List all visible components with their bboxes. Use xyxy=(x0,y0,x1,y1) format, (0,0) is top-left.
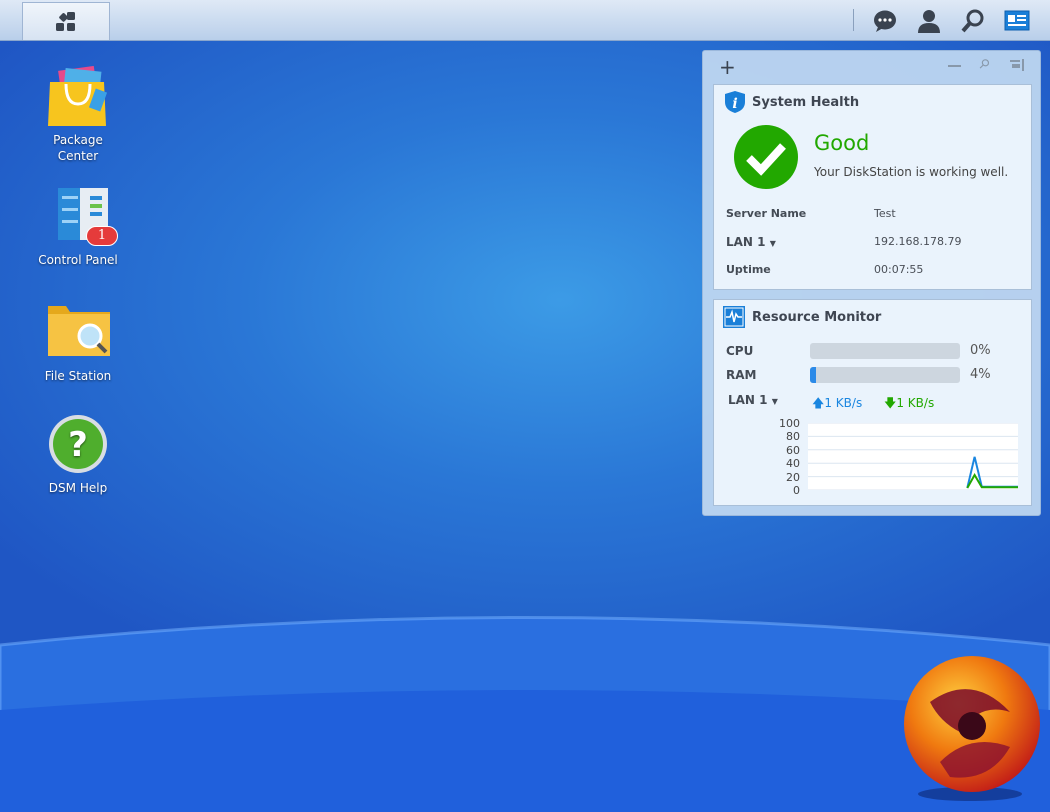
control-panel-icon: 1 xyxy=(46,186,118,250)
y-tick-label: 80 xyxy=(786,430,800,444)
download-speed: 🡇1 KB/s xyxy=(884,394,934,415)
caret-down-icon: ▼ xyxy=(769,239,776,248)
network-chart xyxy=(808,423,1018,490)
cpu-label: CPU xyxy=(726,344,754,358)
lan-label: LAN 1 xyxy=(728,393,768,407)
add-widget-button[interactable]: + xyxy=(719,55,736,79)
arrow-up-icon: 🡅 xyxy=(812,396,825,410)
desktop-icon-label: Control Panel xyxy=(38,253,118,267)
desktop-icon-label: File Station xyxy=(44,369,112,383)
y-tick-label: 40 xyxy=(786,457,800,471)
search-icon[interactable] xyxy=(960,8,986,34)
system-health-widget: i System Health Good Your DiskStation is… xyxy=(713,84,1032,290)
synology-logo xyxy=(900,652,1046,802)
cpu-usage-bar xyxy=(810,343,960,359)
ip-address-value: 192.168.178.79 xyxy=(874,235,962,248)
server-name-value: Test xyxy=(874,207,896,220)
upload-speed: 🡅1 KB/s xyxy=(812,394,862,415)
desktop-icon-label: Center xyxy=(57,149,99,163)
lan-select[interactable]: LAN 1 ▼ xyxy=(728,393,778,407)
widget-title: Resource Monitor xyxy=(752,310,882,325)
ram-label: RAM xyxy=(726,368,757,382)
health-status: Good xyxy=(814,131,870,155)
desktop-icon-dsm-help[interactable]: ? DSM Help xyxy=(33,414,123,496)
main-menu-button[interactable] xyxy=(22,2,110,40)
desktop-icon-file-station[interactable]: File Station xyxy=(33,302,123,384)
taskbar xyxy=(0,0,1050,41)
notifications-icon[interactable] xyxy=(872,8,898,34)
widget-title: System Health xyxy=(752,95,860,110)
resource-monitor-widget: Resource Monitor CPU 0% RAM 4% LAN 1 ▼ 🡅… xyxy=(713,299,1032,506)
wallpaper-wave xyxy=(0,616,1050,812)
caret-down-icon: ▼ xyxy=(771,397,778,406)
grid-icon xyxy=(56,11,75,31)
upload-series-line xyxy=(966,456,1018,489)
desktop-icon-label: DSM Help xyxy=(48,481,108,495)
health-message: Your DiskStation is working well. xyxy=(814,165,1009,179)
y-tick-label: 0 xyxy=(793,484,800,497)
y-tick-label: 20 xyxy=(786,470,800,484)
y-tick-label: 100 xyxy=(779,417,800,430)
svg-text:?: ? xyxy=(68,425,88,465)
download-speed-value: 1 KB/s xyxy=(896,396,935,410)
desktop-icon-package-center[interactable]: Package Center xyxy=(33,65,123,164)
arrow-down-icon: 🡇 xyxy=(884,396,897,410)
pulse-monitor-icon xyxy=(723,306,745,328)
collapse-panel-icon[interactable] xyxy=(1010,59,1024,71)
package-center-icon xyxy=(46,65,110,130)
desktop-icon-control-panel[interactable]: 1 Control Panel xyxy=(33,186,123,268)
cpu-percent: 0% xyxy=(970,343,991,358)
notification-badge: 1 xyxy=(86,226,118,246)
uptime-value: 00:07:55 xyxy=(874,263,924,276)
pin-icon[interactable]: ⚲ xyxy=(975,56,992,73)
ram-usage-bar xyxy=(810,367,960,383)
desktop-icon-label: Package xyxy=(53,133,103,147)
widgets-icon[interactable] xyxy=(1004,8,1030,34)
info-shield-icon: i xyxy=(725,91,745,113)
y-tick-label: 60 xyxy=(786,443,800,457)
ram-percent: 4% xyxy=(970,367,991,382)
uptime-label: Uptime xyxy=(726,263,771,276)
user-icon[interactable] xyxy=(916,8,942,34)
taskbar-divider xyxy=(853,9,854,31)
minimize-button[interactable] xyxy=(948,65,961,67)
server-name-label: Server Name xyxy=(726,207,807,220)
upload-speed-value: 1 KB/s xyxy=(824,396,863,410)
lan-dropdown[interactable]: LAN 1 ▼ xyxy=(726,235,776,249)
help-icon: ? xyxy=(46,414,110,478)
check-circle-icon xyxy=(734,125,798,189)
svg-text:i: i xyxy=(732,96,737,112)
lan-label: LAN 1 xyxy=(726,235,766,249)
file-station-icon xyxy=(46,302,110,366)
ram-usage-fill xyxy=(810,367,816,383)
widget-panel: + ⚲ i System Health Good Your DiskStatio… xyxy=(702,50,1041,516)
